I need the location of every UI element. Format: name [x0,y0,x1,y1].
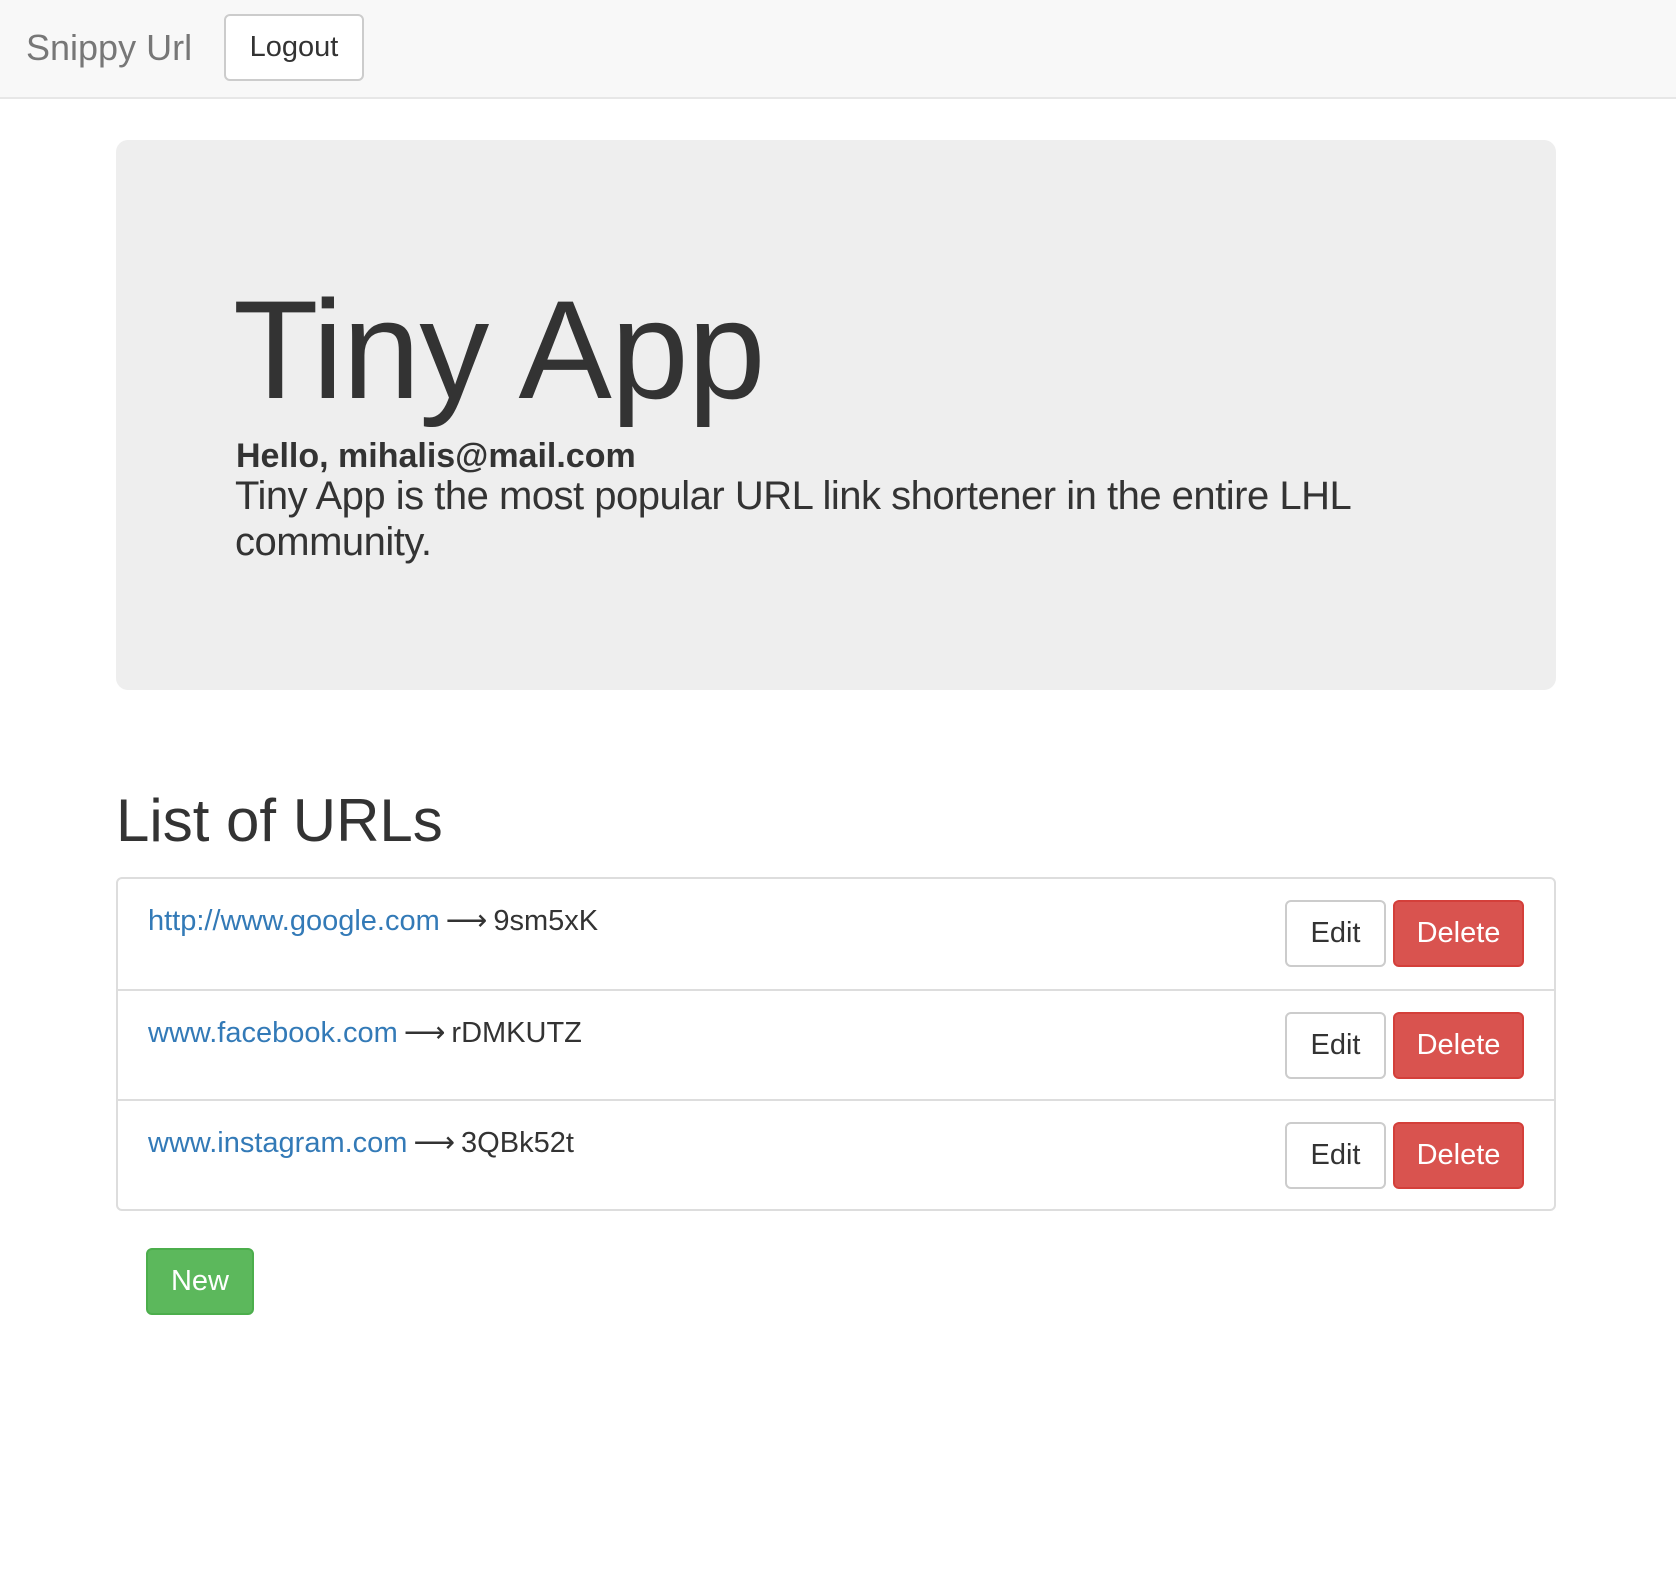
delete-button[interactable]: Delete [1393,1012,1524,1079]
short-code: rDMKUTZ [451,1017,582,1049]
list-item: http://www.google.com ⟶ 9sm5xK Edit Delete [118,879,1554,989]
url-mapping: http://www.google.com ⟶ 9sm5xK [148,901,598,941]
tagline-text: Tiny App is the most popular URL link sh… [235,474,1350,564]
url-list: http://www.google.com ⟶ 9sm5xK Edit Delete… [116,877,1556,1211]
edit-button[interactable]: Edit [1285,1122,1386,1189]
arrow-icon: ⟶ [445,905,488,937]
arrow-icon: ⟶ [403,1017,446,1049]
delete-button[interactable]: Delete [1393,1122,1524,1189]
short-code: 9sm5xK [493,905,599,937]
url-list-title: List of URLs [116,787,443,854]
edit-button[interactable]: Edit [1285,1012,1386,1079]
new-url-button[interactable]: New [146,1248,254,1315]
logout-button[interactable]: Logout [224,14,364,81]
page-title: Tiny App [233,271,766,428]
arrow-icon: ⟶ [413,1127,456,1159]
url-mapping: www.facebook.com ⟶ rDMKUTZ [148,1013,582,1053]
brand-link[interactable]: Snippy Url [26,22,192,74]
navbar: Snippy Url Logout [0,0,1676,99]
delete-button[interactable]: Delete [1393,900,1524,967]
list-item: www.instagram.com ⟶ 3QBk52t Edit Delete [118,1099,1554,1209]
edit-button[interactable]: Edit [1285,900,1386,967]
greeting-text: Hello, mihalis@mail.com [236,437,636,475]
list-item: www.facebook.com ⟶ rDMKUTZ Edit Delete [118,989,1554,1099]
long-url-link[interactable]: www.facebook.com [148,1017,398,1049]
long-url-link[interactable]: www.instagram.com [148,1127,407,1159]
url-mapping: www.instagram.com ⟶ 3QBk52t [148,1123,574,1163]
short-code: 3QBk52t [461,1127,574,1159]
jumbotron: Tiny App Hello, mihalis@mail.com Tiny Ap… [116,140,1556,690]
long-url-link[interactable]: http://www.google.com [148,905,440,937]
